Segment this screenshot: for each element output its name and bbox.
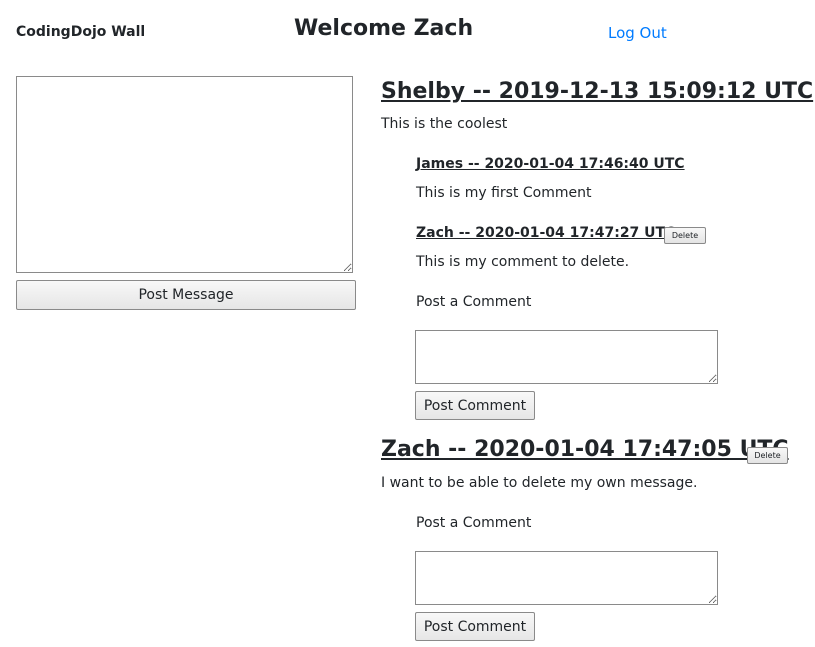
post-comment-button[interactable]: Post Comment: [415, 612, 535, 641]
post-comment-label: Post a Comment: [416, 294, 532, 310]
message-heading: Shelby -- 2019-12-13 15:09:12 UTC: [381, 79, 814, 104]
delete-comment-button[interactable]: Delete: [664, 227, 706, 244]
comment-textarea[interactable]: [415, 330, 718, 384]
logout-link[interactable]: Log Out: [608, 24, 667, 42]
post-comment-button[interactable]: Post Comment: [415, 391, 535, 420]
comment-heading: Zach -- 2020-01-04 17:47:27 UTC: [416, 225, 676, 241]
post-message-button[interactable]: Post Message: [16, 280, 356, 310]
brand-title: CodingDojo Wall: [16, 24, 146, 40]
comment-text: This is my first Comment: [416, 185, 592, 201]
post-comment-label: Post a Comment: [416, 515, 532, 531]
comment-heading: James -- 2020-01-04 17:46:40 UTC: [416, 156, 685, 172]
comment-text: This is my comment to delete.: [416, 254, 630, 270]
message-heading: Zach -- 2020-01-04 17:47:05 UTC: [381, 437, 789, 462]
message-text: I want to be able to delete my own messa…: [381, 475, 698, 491]
comment-textarea[interactable]: [415, 551, 718, 605]
message-text: This is the coolest: [381, 116, 508, 132]
welcome-heading: Welcome Zach: [294, 16, 474, 41]
message-textarea[interactable]: [16, 76, 353, 273]
delete-message-button[interactable]: Delete: [747, 447, 788, 464]
